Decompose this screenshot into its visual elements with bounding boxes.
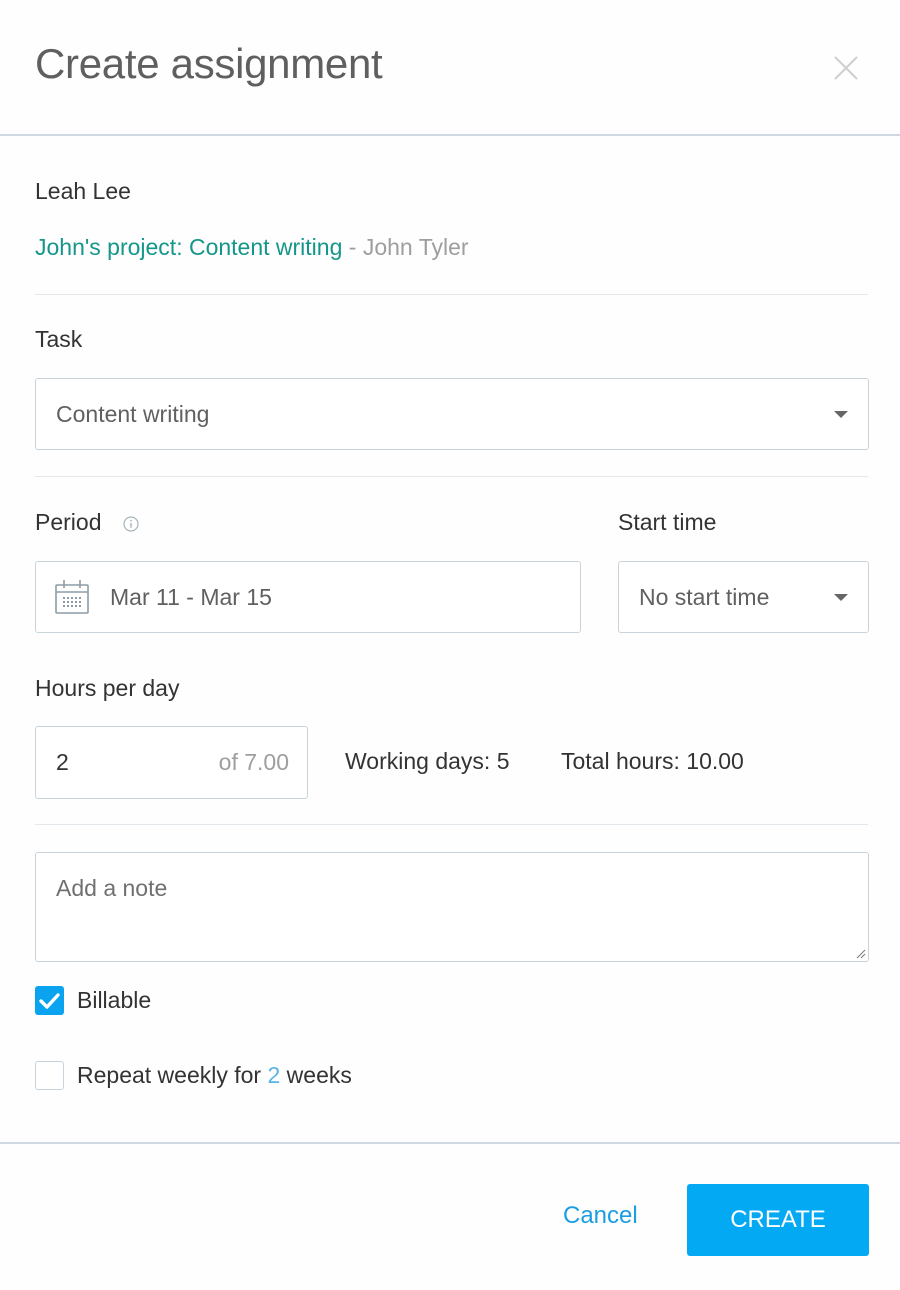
calendar-icon bbox=[55, 580, 89, 614]
chevron-down-icon bbox=[834, 411, 848, 418]
start-time-label: Start time bbox=[618, 509, 717, 535]
start-time-selected-value: No start time bbox=[639, 584, 770, 610]
chevron-down-icon bbox=[834, 594, 848, 601]
divider bbox=[35, 476, 868, 477]
hours-capacity: of 7.00 bbox=[218, 749, 289, 775]
hours-per-day-value: 2 bbox=[56, 749, 69, 775]
resize-grip-icon[interactable] bbox=[854, 947, 866, 959]
close-button[interactable] bbox=[830, 52, 862, 84]
start-time-select[interactable]: No start time bbox=[618, 561, 869, 633]
close-icon bbox=[834, 56, 858, 80]
create-assignment-dialog: Create assignment Leah Lee John's projec… bbox=[0, 0, 900, 1290]
person-name: Leah Lee bbox=[35, 178, 131, 204]
cancel-button[interactable]: Cancel bbox=[563, 1202, 638, 1230]
project-line: John's project: Content writing - John T… bbox=[35, 234, 469, 261]
repeat-weekly-label[interactable]: Repeat weekly for 2 weeks bbox=[77, 1062, 352, 1089]
note-textarea[interactable]: Add a note bbox=[35, 852, 869, 962]
billable-label[interactable]: Billable bbox=[77, 987, 151, 1014]
note-placeholder: Add a note bbox=[56, 875, 168, 901]
project-separator: - bbox=[342, 234, 363, 260]
total-hours: Total hours: 10.00 bbox=[561, 748, 744, 774]
working-days: Working days: 5 bbox=[345, 748, 510, 774]
repeat-weekly-checkbox[interactable] bbox=[35, 1061, 64, 1090]
dialog-title: Create assignment bbox=[35, 40, 383, 87]
task-select[interactable]: Content writing bbox=[35, 378, 869, 450]
repeat-label-before: Repeat weekly for bbox=[77, 1062, 268, 1088]
billable-checkbox[interactable] bbox=[35, 986, 64, 1015]
period-date-range-input[interactable]: Mar 11 - Mar 15 bbox=[35, 561, 581, 633]
info-icon[interactable] bbox=[122, 515, 140, 533]
task-label: Task bbox=[35, 326, 83, 352]
repeat-weeks-count[interactable]: 2 bbox=[267, 1062, 280, 1088]
period-label: Period bbox=[35, 509, 102, 535]
divider bbox=[35, 294, 868, 295]
task-selected-value: Content writing bbox=[56, 401, 210, 427]
repeat-label-after: weeks bbox=[280, 1062, 352, 1088]
hours-per-day-label: Hours per day bbox=[35, 675, 180, 701]
hours-per-day-input[interactable]: 2 of 7.00 bbox=[35, 726, 308, 799]
create-button[interactable]: CREATE bbox=[687, 1184, 869, 1256]
dialog-footer: Cancel CREATE bbox=[0, 1142, 900, 1290]
period-value: Mar 11 - Mar 15 bbox=[110, 584, 272, 610]
checkmark-icon bbox=[39, 993, 60, 1009]
project-owner: John Tyler bbox=[362, 234, 469, 260]
dialog-header: Create assignment bbox=[0, 0, 900, 136]
divider bbox=[35, 824, 868, 825]
project-link[interactable]: John's project: Content writing bbox=[35, 234, 342, 260]
